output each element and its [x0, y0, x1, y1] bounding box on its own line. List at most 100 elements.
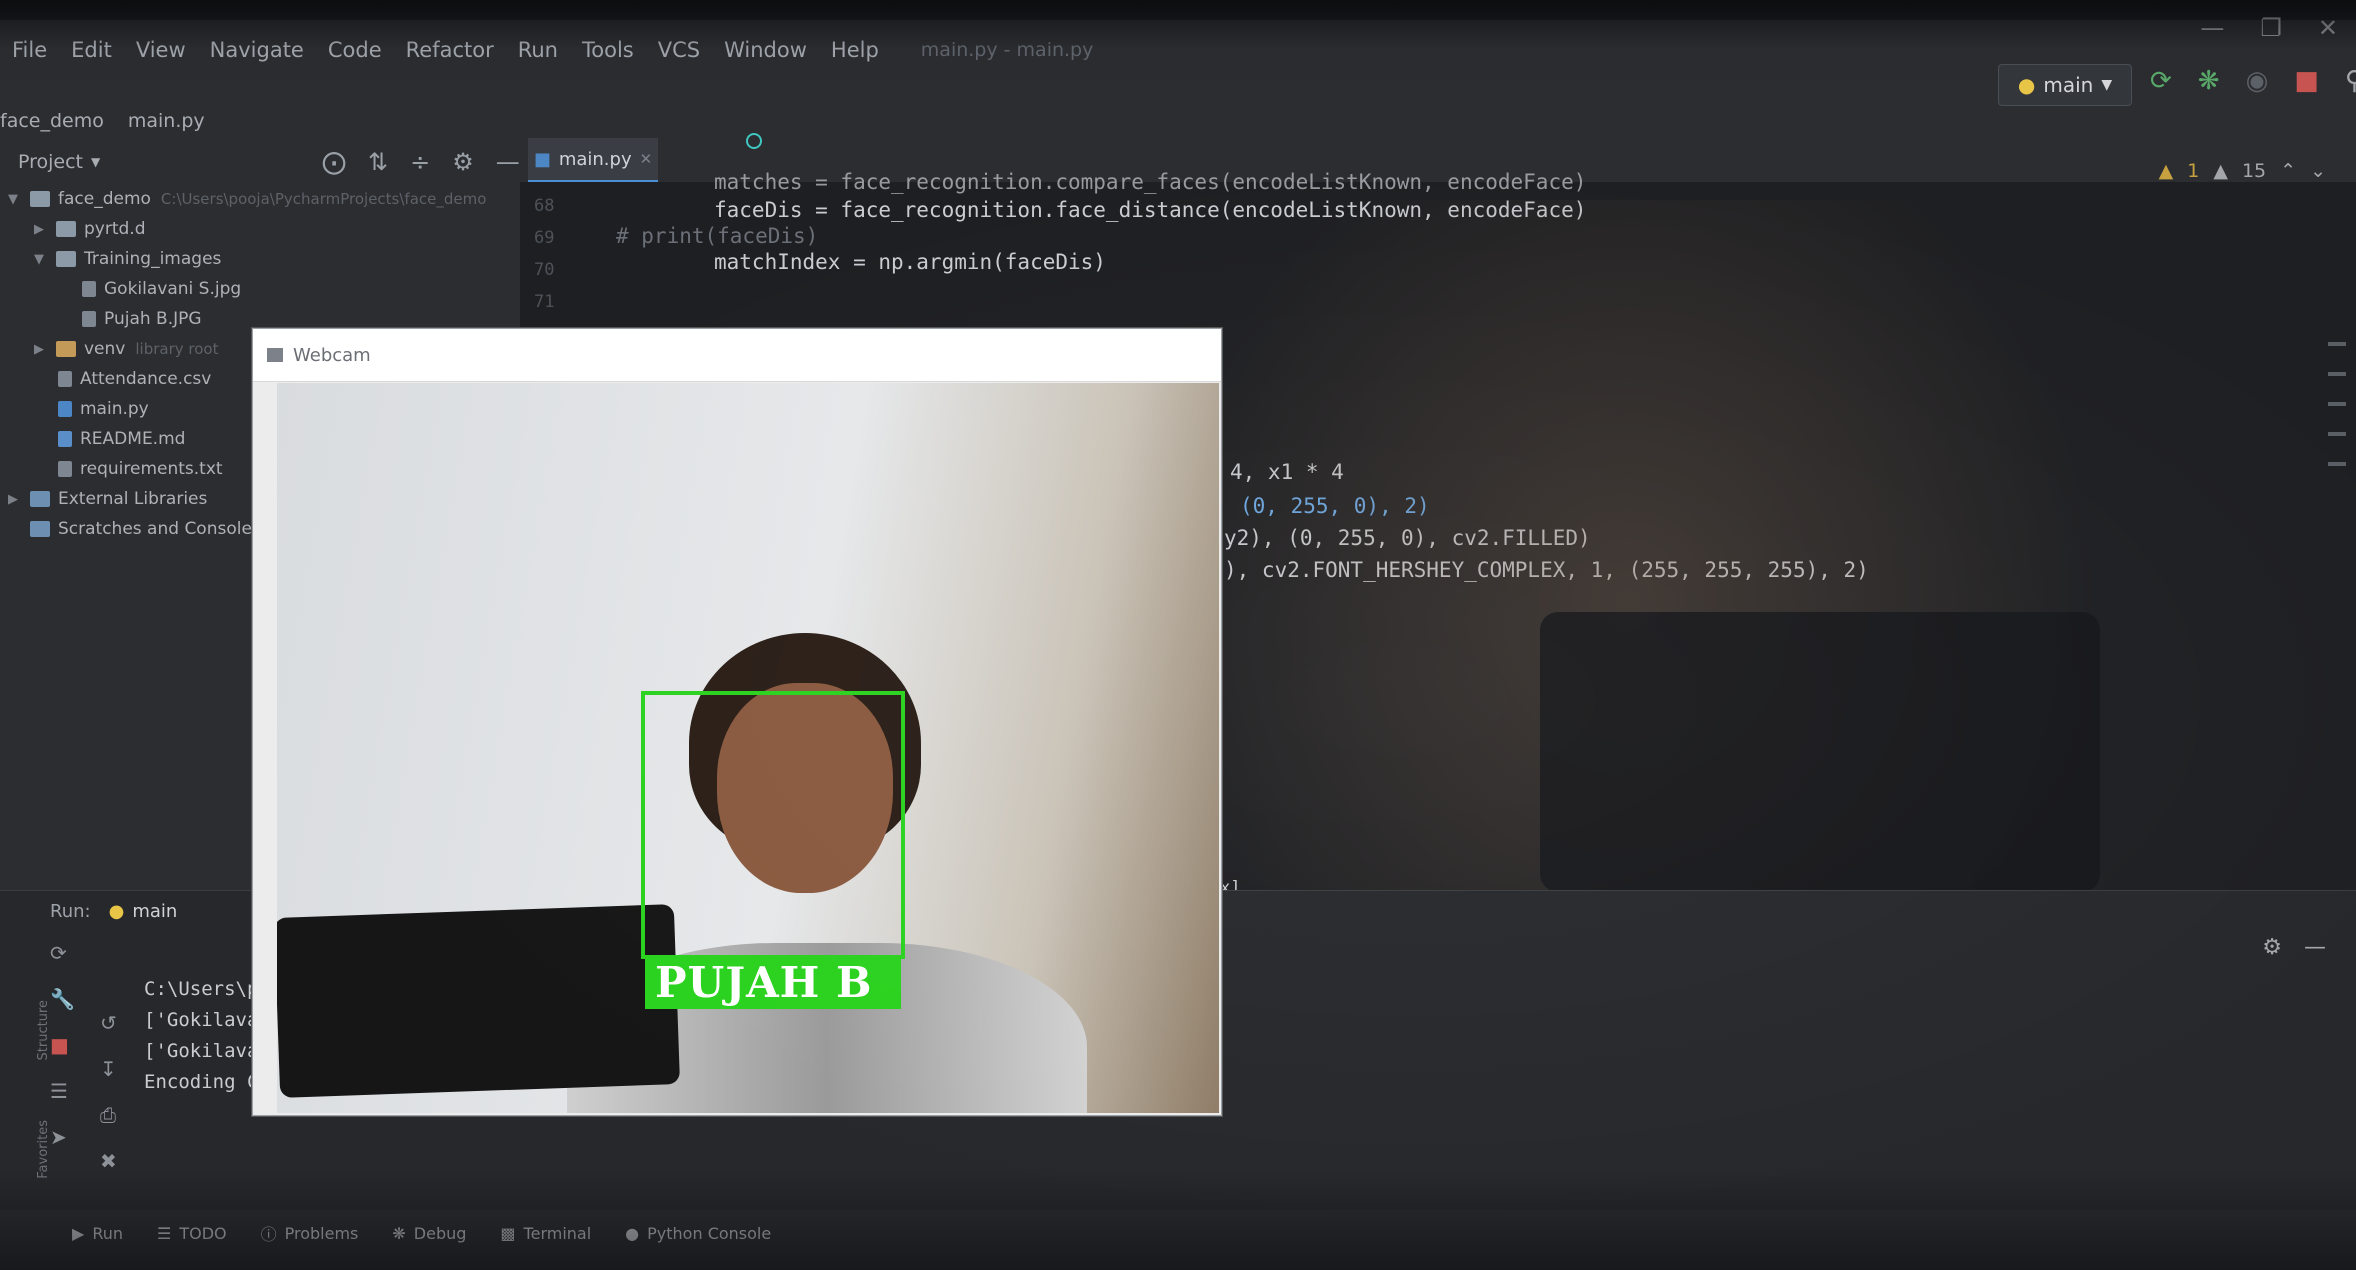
- scroll-to-end-icon[interactable]: ↧: [100, 1057, 117, 1081]
- play-icon: ▶: [72, 1223, 85, 1243]
- debug-icon[interactable]: ❋: [2198, 66, 2220, 96]
- python-icon: ●: [2017, 73, 2036, 97]
- rerun-icon[interactable]: ⟳: [2150, 66, 2172, 96]
- search-icon[interactable]: ⚲: [2345, 66, 2356, 96]
- hide-icon[interactable]: —: [2304, 935, 2326, 960]
- face-name-label: PUJAH B: [645, 955, 901, 1009]
- run-tab-main[interactable]: ● main: [109, 901, 178, 922]
- webcam-titlebar[interactable]: Webcam: [253, 329, 1221, 382]
- bug-icon: ❋: [392, 1223, 406, 1243]
- restore-icon[interactable]: ❐: [2260, 14, 2282, 42]
- wrench-icon[interactable]: 🔧: [50, 987, 75, 1011]
- line-number: 71: [534, 292, 555, 312]
- menu-view[interactable]: View: [124, 38, 198, 62]
- face-detection-box: [641, 691, 905, 959]
- trash-icon[interactable]: ✖: [100, 1149, 117, 1173]
- error-stripe: [2328, 342, 2346, 466]
- stripe-marker[interactable]: [2328, 432, 2346, 436]
- run-panel-settings: ⚙ —: [2262, 935, 2326, 960]
- soft-wrap-icon[interactable]: ↺: [100, 1011, 117, 1035]
- stripe-marker[interactable]: [2328, 462, 2346, 466]
- python-icon: ●: [108, 900, 125, 922]
- image-file-icon: [82, 281, 96, 297]
- chevron-down-icon: ▼: [2101, 77, 2113, 93]
- tool-window-debug[interactable]: ❋ Debug: [392, 1224, 466, 1243]
- run-configuration-selector[interactable]: ● main ▼: [1998, 64, 2132, 106]
- layout-icon[interactable]: ☰: [50, 1079, 75, 1103]
- tool-window-label: Debug: [413, 1223, 467, 1243]
- close-icon[interactable]: ✕: [2318, 14, 2338, 42]
- print-icon[interactable]: ⎙: [100, 1103, 117, 1127]
- tool-window-run[interactable]: ▶ Run: [72, 1224, 123, 1243]
- tree-item-label: Pujah B.JPG: [104, 309, 202, 329]
- library-icon: [30, 491, 50, 507]
- expand-all-icon[interactable]: ⇅: [368, 148, 388, 176]
- menu-navigate[interactable]: Navigate: [198, 38, 316, 62]
- tool-window-label: Terminal: [523, 1223, 592, 1243]
- stripe-marker[interactable]: [2328, 342, 2346, 346]
- stripe-marker[interactable]: [2328, 402, 2346, 406]
- tree-item-label: face_demo: [58, 189, 151, 209]
- window-controls: — ❐ ✕: [2200, 14, 2338, 42]
- tool-window-python-console[interactable]: ● Python Console: [625, 1224, 771, 1243]
- menu-window[interactable]: Window: [712, 38, 819, 62]
- tree-item-face-demo[interactable]: ▼ face_demo C:\Users\pooja\PycharmProjec…: [8, 184, 520, 214]
- breadcrumb-file[interactable]: main.py: [128, 110, 205, 132]
- tree-item-label: requirements.txt: [80, 459, 223, 479]
- stripe-marker[interactable]: [2328, 372, 2346, 376]
- tree-item-label: Training_images: [84, 249, 222, 269]
- menu-refactor[interactable]: Refactor: [394, 38, 506, 62]
- tool-window-label: TODO: [179, 1223, 227, 1243]
- tree-item-image-1[interactable]: Gokilavani S.jpg: [8, 274, 520, 304]
- coverage-icon[interactable]: ◉: [2246, 66, 2269, 96]
- scratches-icon: [30, 521, 50, 537]
- inspection-widget[interactable]: ▲ 1 ▲ 15 ⌃ ⌄: [2159, 160, 2326, 182]
- tree-item-label: main.py: [80, 399, 149, 419]
- chevron-up-icon[interactable]: ⌃: [2280, 160, 2296, 182]
- locate-icon[interactable]: ⨀: [322, 148, 346, 176]
- favorites-tool-button[interactable]: Favorites: [36, 1120, 51, 1179]
- gear-icon[interactable]: ⚙: [452, 148, 474, 176]
- menu-file[interactable]: File: [0, 38, 59, 62]
- tool-window-todo[interactable]: ☰ TODO: [157, 1224, 227, 1243]
- menu-code[interactable]: Code: [316, 38, 394, 62]
- breadcrumb-project[interactable]: face_demo: [0, 110, 104, 132]
- collapse-all-icon[interactable]: ÷: [410, 148, 430, 176]
- structure-tool-button[interactable]: Structure: [36, 1000, 51, 1060]
- tree-item-label: External Libraries: [58, 489, 208, 509]
- tab-main-py[interactable]: ■ main.py ✕: [528, 138, 658, 183]
- code-line: ), cv2.FONT_HERSHEY_COMPLEX, 1, (255, 25…: [1224, 558, 1869, 582]
- tree-item-training-images[interactable]: ▼ Training_images: [8, 244, 520, 274]
- chevron-right-icon: ▶: [8, 491, 18, 507]
- info-icon: ⓘ: [260, 1225, 277, 1244]
- menu-tools[interactable]: Tools: [570, 38, 646, 62]
- hide-icon[interactable]: —: [496, 148, 520, 176]
- tool-window-problems[interactable]: ⓘ Problems: [261, 1221, 359, 1245]
- window-app-icon: [267, 348, 283, 362]
- webcam-window[interactable]: Webcam PUJAH B: [252, 328, 1222, 1116]
- close-tab-icon[interactable]: ✕: [640, 150, 653, 168]
- menu-vcs[interactable]: VCS: [646, 38, 712, 62]
- menu-run[interactable]: Run: [506, 38, 570, 62]
- pin-icon[interactable]: ➤: [50, 1125, 75, 1149]
- code-line: faceDis = face_recognition.face_distance…: [714, 198, 1587, 222]
- phone-in-hand: [277, 904, 681, 1098]
- tree-item-label: Gokilavani S.jpg: [104, 279, 242, 299]
- terminal-icon: ▩: [500, 1223, 516, 1243]
- minimize-icon[interactable]: —: [2200, 14, 2224, 42]
- csv-file-icon: [58, 371, 72, 387]
- run-label: Run:: [50, 900, 91, 922]
- code-line: matches = face_recognition.compare_faces…: [714, 170, 1587, 194]
- stop-icon[interactable]: ■: [50, 1033, 75, 1057]
- chevron-down-icon[interactable]: ⌄: [2310, 160, 2326, 182]
- menu-help[interactable]: Help: [819, 38, 891, 62]
- rerun-icon[interactable]: ⟳: [50, 941, 75, 965]
- tool-window-terminal[interactable]: ▩ Terminal: [500, 1224, 591, 1243]
- tree-item-pyrtd[interactable]: ▶ pyrtd.d: [8, 214, 520, 244]
- run-tab-label: main: [132, 900, 178, 922]
- stop-icon[interactable]: ■: [2294, 66, 2319, 96]
- run-actions: ⟳ 🔧 ■ ☰ ➤: [50, 941, 75, 1149]
- menu-edit[interactable]: Edit: [59, 38, 124, 62]
- gear-icon[interactable]: ⚙: [2262, 935, 2282, 960]
- navigation-bar: face_demo main.py: [0, 100, 2356, 142]
